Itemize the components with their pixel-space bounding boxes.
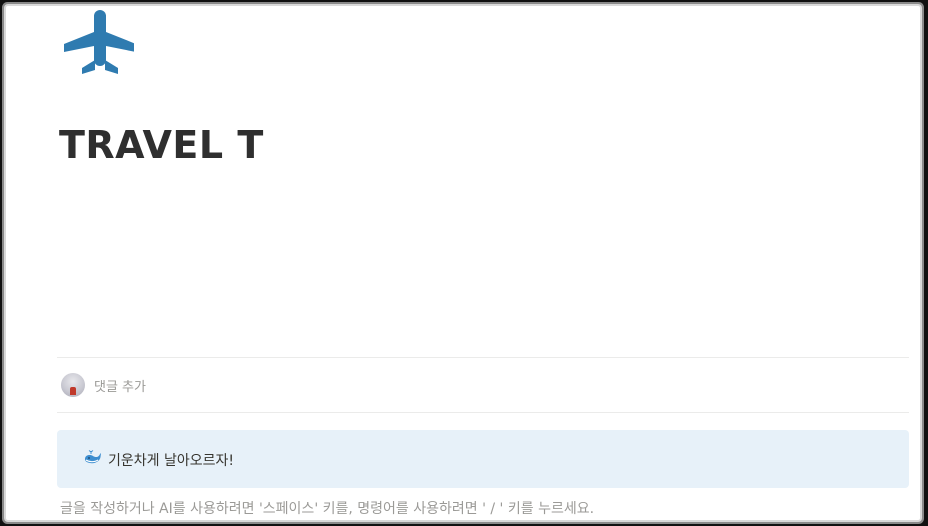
- user-avatar: [61, 373, 85, 397]
- notion-page: TRAVEL T 댓글 추가 기운차게 날아오르자! 글을 작성하거나 AI를 …: [6, 6, 920, 520]
- divider: [57, 412, 909, 413]
- avatar-figure: [70, 387, 76, 395]
- editor-placeholder[interactable]: 글을 작성하거나 AI를 사용하려면 '스페이스' 키를, 명령어를 사용하려면…: [60, 498, 594, 518]
- window-frame: TRAVEL T 댓글 추가 기운차게 날아오르자! 글을 작성하거나 AI를 …: [0, 0, 928, 526]
- add-comment-placeholder[interactable]: 댓글 추가: [94, 376, 146, 395]
- add-comment-row[interactable]: 댓글 추가: [57, 358, 909, 412]
- airplane-icon[interactable]: [64, 8, 134, 76]
- callout-text[interactable]: 기운차게 날아오르자!: [108, 450, 234, 470]
- whale-icon[interactable]: [84, 450, 102, 466]
- callout-block[interactable]: 기운차게 날아오르자!: [57, 430, 909, 488]
- page-title[interactable]: TRAVEL T: [59, 123, 264, 167]
